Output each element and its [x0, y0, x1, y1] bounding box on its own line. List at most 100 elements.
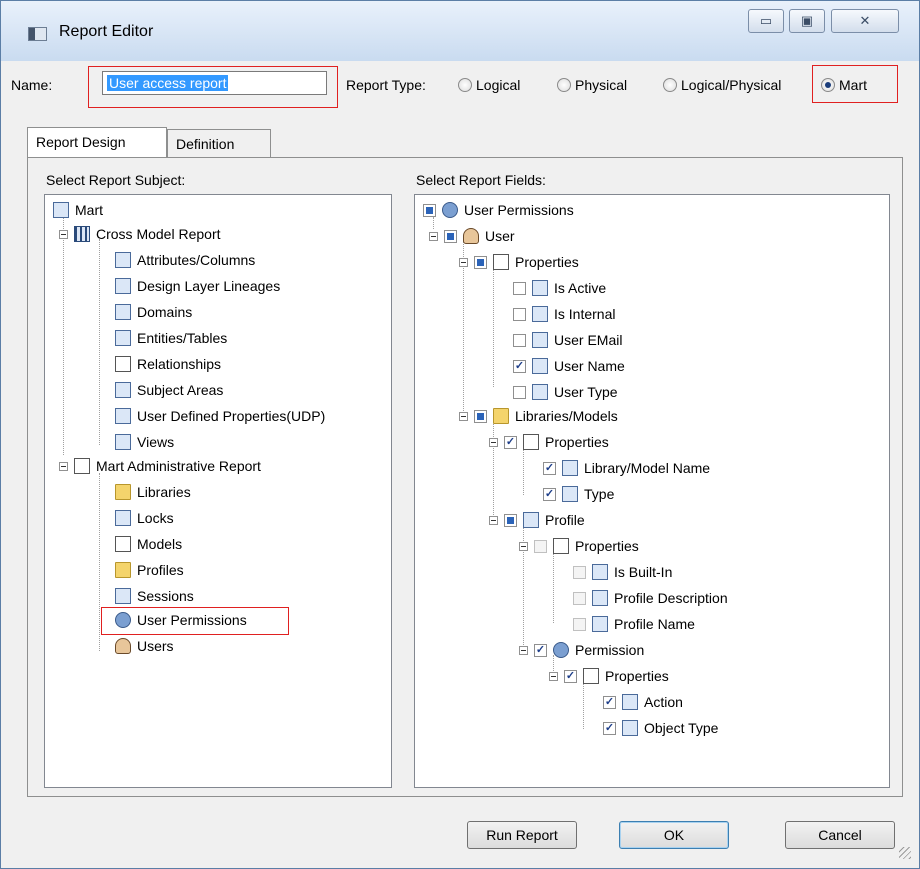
field-type[interactable]: ✓ Type	[543, 483, 614, 505]
tree-item-user-permissions[interactable]: User Permissions	[115, 609, 247, 631]
tree-item-mart-admin-report[interactable]: Mart Administrative Report	[59, 455, 261, 477]
field-user-properties[interactable]: Properties	[459, 251, 579, 273]
field-action[interactable]: ✓ Action	[603, 691, 683, 713]
tree-item-cross-model-report[interactable]: Cross Model Report	[59, 223, 221, 245]
field-user-email[interactable]: User EMail	[513, 329, 622, 351]
subject-tree[interactable]: Mart Cross Model Report Attributes/Colum…	[44, 194, 392, 788]
radio-mart-dot[interactable]	[821, 78, 835, 92]
tree-item-subject-areas[interactable]: Subject Areas	[115, 379, 223, 401]
field-profile-description[interactable]: Profile Description	[573, 587, 728, 609]
field-checkbox[interactable]	[513, 307, 526, 321]
field-checkbox[interactable]	[423, 203, 436, 217]
field-permission-properties[interactable]: ✓ Properties	[549, 665, 669, 687]
tree-item-models[interactable]: Models	[115, 533, 182, 555]
tree-item-mart[interactable]: Mart	[53, 199, 103, 221]
collapse-toggle-icon[interactable]	[459, 411, 468, 421]
field-label: Is Active	[554, 280, 607, 296]
field-checkbox[interactable]	[474, 409, 487, 423]
field-checkbox[interactable]	[513, 385, 526, 399]
tree-item-design-layer-lineages[interactable]: Design Layer Lineages	[115, 275, 280, 297]
table-icon	[115, 330, 131, 346]
field-is-built-in[interactable]: Is Built-In	[573, 561, 672, 583]
radio-logical-physical[interactable]: Logical/Physical	[663, 77, 781, 93]
collapse-toggle-icon[interactable]	[549, 671, 558, 681]
field-checkbox[interactable]: ✓	[543, 487, 556, 501]
collapse-toggle-icon[interactable]	[489, 515, 498, 525]
collapse-toggle-icon[interactable]	[489, 437, 498, 447]
maximize-button[interactable]: ▣	[789, 9, 825, 33]
field-object-type[interactable]: ✓ Object Type	[603, 717, 718, 739]
field-checkbox[interactable]	[573, 591, 586, 605]
title-bar[interactable]: Report Editor ▭ ▣ ✕	[1, 1, 919, 61]
field-checkbox[interactable]: ✓	[534, 643, 547, 657]
minimize-button[interactable]: ▭	[748, 9, 784, 33]
tree-item-udp[interactable]: User Defined Properties(UDP)	[115, 405, 325, 427]
field-label: User Name	[554, 358, 625, 374]
collapse-toggle-icon[interactable]	[459, 257, 468, 267]
field-profile-properties[interactable]: Properties	[519, 535, 639, 557]
field-checkbox[interactable]: ✓	[513, 359, 526, 373]
property-icon	[532, 332, 548, 348]
document-icon	[115, 536, 131, 552]
tree-item-relationships[interactable]: Relationships	[115, 353, 221, 375]
radio-physical-dot[interactable]	[557, 78, 571, 92]
user-icon	[463, 228, 479, 244]
field-checkbox[interactable]	[573, 617, 586, 631]
collapse-toggle-icon[interactable]	[59, 461, 68, 471]
properties-icon	[493, 254, 509, 270]
field-checkbox[interactable]: ✓	[603, 721, 616, 735]
field-profile-name[interactable]: Profile Name	[573, 613, 695, 635]
field-checkbox[interactable]: ✓	[564, 669, 577, 683]
fields-tree[interactable]: User Permissions User Properties Is Acti…	[414, 194, 890, 788]
collapse-toggle-icon[interactable]	[519, 645, 528, 655]
radio-logical-dot[interactable]	[458, 78, 472, 92]
field-profile[interactable]: Profile	[489, 509, 585, 531]
field-user-name[interactable]: ✓ User Name	[513, 355, 625, 377]
radio-physical[interactable]: Physical	[557, 77, 627, 93]
field-is-active[interactable]: Is Active	[513, 277, 606, 299]
radio-mart[interactable]: Mart	[821, 77, 867, 93]
field-checkbox[interactable]	[474, 255, 487, 269]
tree-item-sessions[interactable]: Sessions	[115, 585, 194, 607]
field-permission[interactable]: ✓ Permission	[519, 639, 644, 661]
tree-item-attributes-columns[interactable]: Attributes/Columns	[115, 249, 255, 271]
tree-line	[523, 447, 524, 495]
tree-item-users[interactable]: Users	[115, 635, 174, 657]
tree-item-libraries[interactable]: Libraries	[115, 481, 191, 503]
collapse-toggle-icon[interactable]	[429, 231, 438, 241]
field-library-model-name[interactable]: ✓ Library/Model Name	[543, 457, 710, 479]
field-is-internal[interactable]: Is Internal	[513, 303, 615, 325]
field-checkbox[interactable]: ✓	[603, 695, 616, 709]
field-checkbox[interactable]	[534, 539, 547, 553]
field-label: Properties	[605, 668, 669, 684]
field-user-type[interactable]: User Type	[513, 381, 618, 403]
run-report-button[interactable]: Run Report	[467, 821, 577, 849]
field-user[interactable]: User	[429, 225, 515, 247]
field-libraries-models[interactable]: Libraries/Models	[459, 405, 618, 427]
tab-definition[interactable]: Definition	[167, 129, 271, 157]
field-checkbox[interactable]	[444, 229, 457, 243]
close-button[interactable]: ✕	[831, 9, 899, 33]
field-checkbox[interactable]	[513, 281, 526, 295]
name-input[interactable]: User access report	[102, 71, 327, 95]
tree-item-domains[interactable]: Domains	[115, 301, 192, 323]
field-checkbox[interactable]: ✓	[543, 461, 556, 475]
radio-logical[interactable]: Logical	[458, 77, 520, 93]
cancel-button[interactable]: Cancel	[785, 821, 895, 849]
field-checkbox[interactable]	[573, 565, 586, 579]
ok-button[interactable]: OK	[619, 821, 729, 849]
field-checkbox[interactable]: ✓	[504, 435, 517, 449]
field-user-permissions[interactable]: User Permissions	[423, 199, 574, 221]
tree-item-profiles[interactable]: Profiles	[115, 559, 184, 581]
tree-item-views[interactable]: Views	[115, 431, 174, 453]
tree-item-entities-tables[interactable]: Entities/Tables	[115, 327, 227, 349]
radio-logical-physical-dot[interactable]	[663, 78, 677, 92]
field-checkbox[interactable]	[504, 513, 517, 527]
collapse-toggle-icon[interactable]	[59, 229, 68, 239]
tab-report-design[interactable]: Report Design	[27, 127, 167, 157]
field-libraries-properties[interactable]: ✓ Properties	[489, 431, 609, 453]
field-checkbox[interactable]	[513, 333, 526, 347]
tree-item-locks[interactable]: Locks	[115, 507, 174, 529]
collapse-toggle-icon[interactable]	[519, 541, 528, 551]
resize-grip[interactable]	[899, 847, 911, 859]
